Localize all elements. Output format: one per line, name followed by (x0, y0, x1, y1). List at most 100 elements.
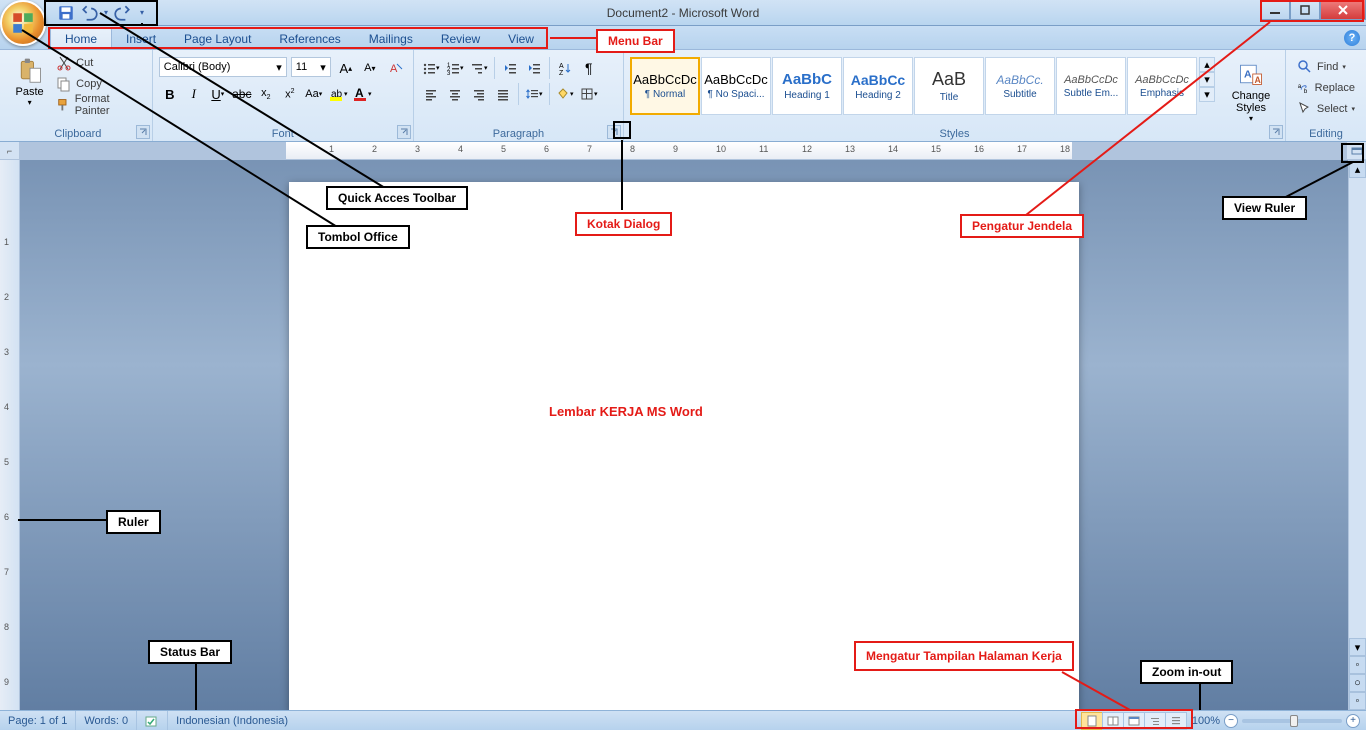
shrink-font-button[interactable]: A▾ (359, 57, 381, 79)
zoom-slider[interactable] (1242, 719, 1342, 723)
help-icon[interactable]: ? (1344, 30, 1360, 46)
style-item-7[interactable]: AaBbCcDcEmphasis (1127, 57, 1197, 115)
style-item-0[interactable]: AaBbCcDc¶ Normal (630, 57, 700, 115)
change-styles-button[interactable]: AA Change Styles ▾ (1223, 57, 1279, 126)
tab-references[interactable]: References (265, 28, 354, 49)
bullets-button[interactable]: ▾ (420, 57, 442, 79)
show-marks-button[interactable]: ¶ (578, 57, 600, 79)
decrease-indent-button[interactable] (499, 57, 521, 79)
line-spacing-button[interactable]: ▾ (523, 83, 545, 105)
styles-dialog-launcher[interactable] (1269, 125, 1283, 139)
zoom-in-button[interactable]: + (1346, 714, 1360, 728)
subscript-button[interactable]: x2 (255, 83, 277, 105)
document-viewport[interactable]: Lembar KERJA MS Word (20, 160, 1348, 710)
superscript-button[interactable]: x2 (279, 83, 301, 105)
zoom-level[interactable]: 100% (1192, 715, 1220, 727)
style-item-2[interactable]: AaBbCHeading 1 (772, 57, 842, 115)
find-button[interactable]: Find▾ (1292, 57, 1360, 77)
web-layout-view-button[interactable] (1123, 712, 1145, 730)
clear-format-button[interactable]: A (385, 57, 407, 79)
minimize-button[interactable] (1260, 0, 1290, 20)
font-name-dropdown[interactable]: Calibri (Body) ▾ (159, 57, 287, 77)
paste-label: Paste (16, 86, 44, 98)
gallery-more-button[interactable]: ▾ (1199, 87, 1215, 102)
zoom-thumb[interactable] (1290, 715, 1298, 727)
sort-button[interactable]: AZ (554, 57, 576, 79)
tab-insert[interactable]: Insert (112, 28, 170, 49)
copy-button[interactable]: Copy (51, 74, 146, 94)
bold-button[interactable]: B (159, 83, 181, 105)
borders-button[interactable]: ▾ (578, 83, 600, 105)
status-language[interactable]: Indonesian (Indonesia) (168, 711, 296, 730)
tab-view[interactable]: View (494, 28, 548, 49)
document-area: 123456789 Lembar KERJA MS Word ▴ ▾ ◦ ○ ◦ (0, 160, 1366, 710)
redo-button[interactable] (112, 3, 132, 23)
font-size-dropdown[interactable]: 11 ▾ (291, 57, 331, 77)
style-item-3[interactable]: AaBbCcHeading 2 (843, 57, 913, 115)
svg-text:A: A (390, 63, 398, 75)
ruler-corner[interactable]: ⌐ (0, 142, 20, 159)
outline-view-button[interactable] (1144, 712, 1166, 730)
status-proofing[interactable] (137, 711, 168, 730)
view-ruler-button[interactable] (1346, 142, 1366, 159)
style-item-6[interactable]: AaBbCcDcSubtle Em... (1056, 57, 1126, 115)
undo-button[interactable] (80, 3, 100, 23)
document-page[interactable]: Lembar KERJA MS Word (289, 182, 1079, 710)
style-item-5[interactable]: AaBbCc.Subtitle (985, 57, 1055, 115)
next-page-button[interactable]: ◦ (1349, 692, 1366, 710)
save-button[interactable] (56, 3, 76, 23)
style-item-4[interactable]: AaBTitle (914, 57, 984, 115)
shading-button[interactable]: ▾ (554, 83, 576, 105)
strike-button[interactable]: abc (231, 83, 253, 105)
font-dialog-launcher[interactable] (397, 125, 411, 139)
tab-home[interactable]: Home (50, 27, 112, 49)
justify-button[interactable] (492, 83, 514, 105)
font-color-button[interactable]: A▾ (351, 83, 373, 105)
paragraph-dialog-launcher[interactable] (607, 125, 621, 139)
draft-view-button[interactable] (1165, 712, 1187, 730)
maximize-button[interactable] (1290, 0, 1320, 20)
status-words[interactable]: Words: 0 (76, 711, 137, 730)
cut-button[interactable]: Cut (51, 53, 146, 73)
format-painter-button[interactable]: Format Painter (51, 95, 146, 115)
highlight-button[interactable]: ab▾ (327, 83, 349, 105)
dropdown-arrow-icon[interactable]: ▾ (104, 8, 108, 17)
align-left-button[interactable] (420, 83, 442, 105)
select-button[interactable]: Select▾ (1292, 99, 1360, 119)
full-screen-view-button[interactable] (1102, 712, 1124, 730)
increase-indent-button[interactable] (523, 57, 545, 79)
style-item-1[interactable]: AaBbCcDc¶ No Spaci... (701, 57, 771, 115)
zoom-out-button[interactable]: − (1224, 714, 1238, 728)
close-button[interactable] (1320, 0, 1366, 20)
gallery-up-button[interactable]: ▴ (1199, 57, 1215, 72)
change-case-button[interactable]: Aa▾ (303, 83, 325, 105)
browse-object-button[interactable]: ○ (1349, 674, 1366, 692)
grow-font-button[interactable]: A▴ (335, 57, 357, 79)
clipboard-dialog-launcher[interactable] (136, 125, 150, 139)
scroll-track[interactable] (1349, 178, 1366, 638)
align-center-button[interactable] (444, 83, 466, 105)
tab-review[interactable]: Review (427, 28, 494, 49)
numbering-button[interactable]: 123▾ (444, 57, 466, 79)
status-page[interactable]: Page: 1 of 1 (0, 711, 76, 730)
prev-page-button[interactable]: ◦ (1349, 656, 1366, 674)
vertical-ruler[interactable]: 123456789 (0, 160, 20, 710)
print-layout-view-button[interactable] (1081, 712, 1103, 730)
horizontal-ruler[interactable]: 123456789101112131415161718 (20, 142, 1346, 159)
tab-mailings[interactable]: Mailings (355, 28, 427, 49)
replace-button[interactable]: ab Replace (1292, 78, 1360, 98)
italic-button[interactable]: I (183, 83, 205, 105)
align-right-button[interactable] (468, 83, 490, 105)
multilevel-button[interactable]: ▾ (468, 57, 490, 79)
tab-page-layout[interactable]: Page Layout (170, 28, 265, 49)
qat-customize-icon[interactable]: ▾ (136, 8, 144, 17)
anno-dialog: Kotak Dialog (575, 212, 672, 236)
office-button[interactable] (0, 0, 46, 46)
font-name-value: Calibri (Body) (164, 61, 231, 73)
anno-line (141, 23, 143, 25)
scroll-down-button[interactable]: ▾ (1349, 638, 1366, 656)
underline-button[interactable]: U▾ (207, 83, 229, 105)
scroll-up-button[interactable]: ▴ (1349, 160, 1366, 178)
gallery-down-button[interactable]: ▾ (1199, 72, 1215, 87)
window-controls (1260, 0, 1366, 20)
